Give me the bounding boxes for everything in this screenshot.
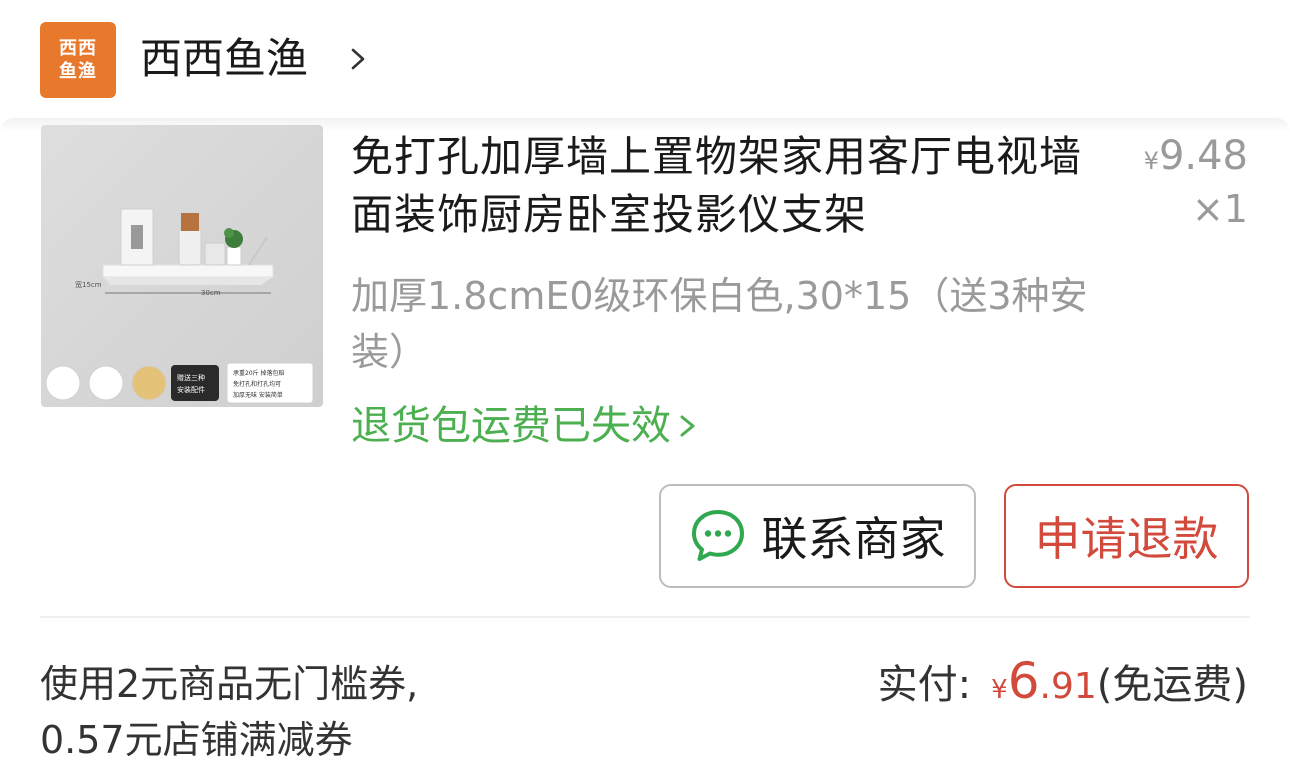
paid-decimal: .91 [1039,666,1097,707]
paid-currency: ¥ [991,675,1008,705]
price-currency: ¥ [1143,147,1159,175]
paid-label: 实付: [877,662,972,708]
note-line1: 承重20斤 掉落包赔 [233,369,285,377]
price-amount: 9.48 [1158,133,1248,179]
return-shipping-note[interactable]: 退货包运费已失效 [351,398,701,454]
coupon-line1: 使用2元商品无门槛券, [40,662,419,706]
note-line2: 免打孔和打孔均可 [233,380,281,388]
chevron-right-icon[interactable] [344,44,374,74]
chevron-right-icon [680,415,695,437]
product-price: ¥9.48 [1144,133,1248,179]
shop-name[interactable]: 西西鱼渔 [140,30,308,88]
shop-header[interactable]: 西西 鱼渔 西西鱼渔 [0,0,1290,120]
shipping-note: (免运费) [1096,662,1248,708]
paid-amount: 实付: ¥ 6 .91 (免运费) [878,652,1248,710]
note-line3: 加厚无味 安装简单 [233,391,283,399]
coupon-info: 使用2元商品无门槛券, 0.57元店铺满减券 [40,656,560,768]
shop-logo-line2: 鱼渔 [59,61,97,82]
badge-line2: 安装配件 [177,385,205,394]
product-sku: 加厚1.8cmE0级环保白色,30*15（送3种安装） [351,274,1088,374]
return-shipping-note-text: 退货包运费已失效 [351,403,671,449]
apply-refund-label: 申请退款 [1034,512,1219,566]
divider [40,616,1250,618]
product-quantity: ×1 [1191,187,1248,231]
badge-line1: 赠送三种 [177,373,205,382]
chat-bubble-icon [691,510,744,561]
product-thumbnail[interactable]: 宽15cm 30cm 赠送三种 安装配件 承重20斤 掉落包赔 免打孔和打孔均可… [41,125,323,407]
coupon-line2: 0.57元店铺满减券 [40,718,353,762]
shop-logo-line1: 西西 [59,38,97,59]
paid-integer: 6 [1007,652,1040,710]
contact-seller-button[interactable]: 联系商家 [659,484,976,588]
product-title[interactable]: 免打孔加厚墙上置物架家用客厅电视墙面装饰厨房卧室投影仪支架 [351,128,1111,244]
apply-refund-button[interactable]: 申请退款 [1004,484,1249,588]
contact-seller-label: 联系商家 [761,512,946,566]
shop-logo: 西西 鱼渔 [40,22,116,98]
width-label: 宽15cm [75,280,102,289]
length-label: 30cm [201,289,221,297]
